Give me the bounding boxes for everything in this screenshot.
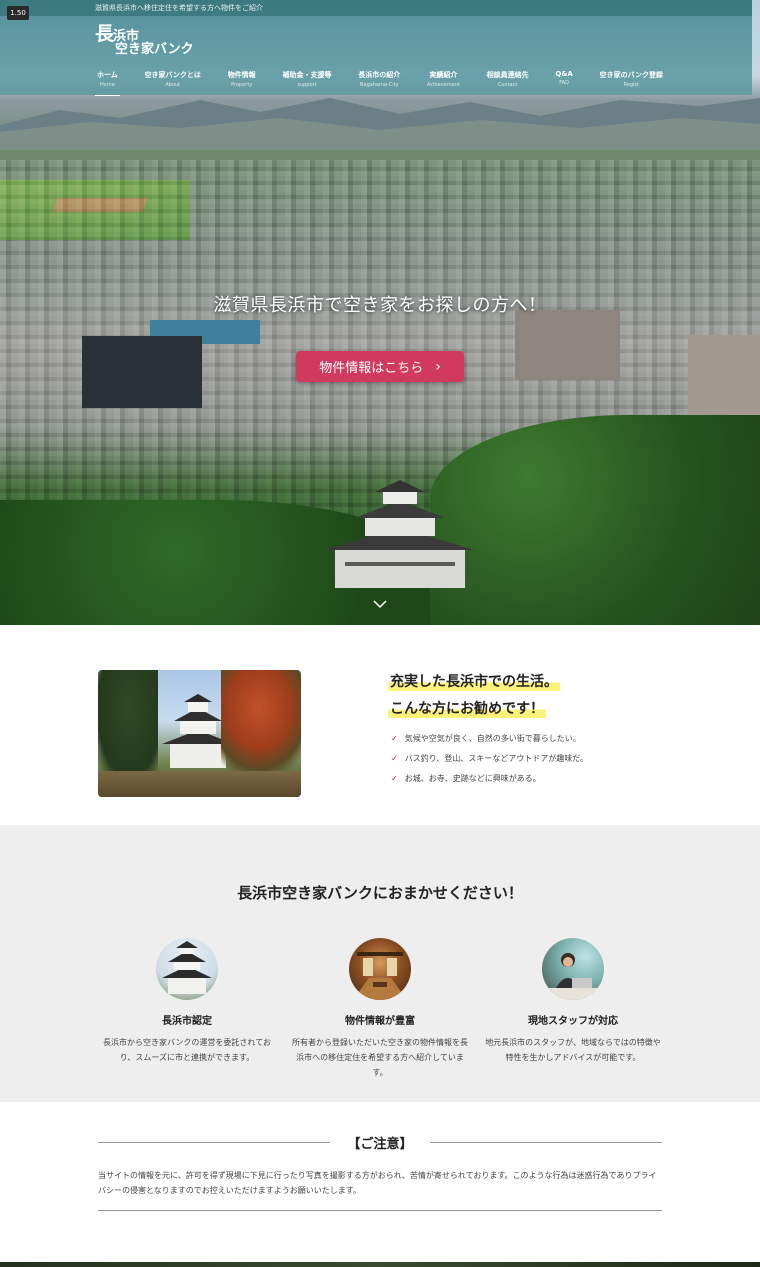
nav-item-city[interactable]: 長浜市の紹介 Nagahama-City bbox=[356, 70, 402, 96]
hero-section: 滋賀県長浜市へ移住定住を希望する方へ物件をご紹介 1.50 長浜市 空き家バンク… bbox=[0, 0, 760, 625]
notice-section: 【ご注意】 当サイトの情報を元に、許可を得ず現場に下見に行ったり写真を撮影する方… bbox=[0, 1102, 760, 1262]
nav-item-support[interactable]: 補助金・支援等 support bbox=[280, 70, 333, 96]
property-info-button[interactable]: 物件情報はこちら › bbox=[296, 351, 464, 382]
logo-line2: 空き家バンク bbox=[115, 42, 194, 57]
site-logo[interactable]: 長浜市 空き家バンク bbox=[95, 23, 194, 57]
feature-title: 物件情報が豊富 bbox=[345, 1016, 415, 1027]
building-dark bbox=[82, 336, 202, 408]
photo-ground bbox=[98, 771, 301, 797]
check-icon: ✓ bbox=[391, 753, 398, 763]
building-apartment-right bbox=[688, 335, 760, 415]
site-tagline: 滋賀県長浜市へ移住定住を希望する方へ物件をご紹介 bbox=[95, 4, 263, 12]
feature-desc: 地元長浜市のスタッフが、地域ならではの特徴や特性を生かしアドバイスが可能です。 bbox=[485, 1038, 661, 1062]
divider-bottom bbox=[98, 1210, 662, 1211]
logo-char: 長 bbox=[95, 23, 114, 45]
nav-item-achievement[interactable]: 実績紹介 Achievement bbox=[425, 70, 462, 96]
feature-desc: 所有者から登録いただいた空き家の物件情報を長浜市への移住定住を希望する方へ紹介し… bbox=[292, 1038, 468, 1077]
nav-item-property[interactable]: 物件情報 Property bbox=[226, 70, 258, 96]
building-apartment bbox=[515, 310, 620, 380]
check-icon: ✓ bbox=[391, 773, 398, 783]
service-section: 長浜市空き家バンクにおまかせください！ 長浜市認定 長浜市から空き家バンクの運営… bbox=[0, 825, 760, 1102]
nav-item-faq[interactable]: Q&A FAQ bbox=[553, 70, 574, 96]
nav-item-contact[interactable]: 相談員連絡先 Contact bbox=[485, 70, 531, 96]
recommend-list: ✓ 気候や空気が良く、自然の多い街で暮らしたい。 ✓ バス釣り、登山、スキーなど… bbox=[391, 728, 588, 788]
zoom-badge: 1.50 bbox=[7, 6, 29, 20]
photo-tree-right bbox=[221, 670, 301, 780]
divider-right bbox=[430, 1142, 662, 1143]
feature-desc: 長浜市から空き家バンクの運営を委託されており、スムーズに市と連携ができます。 bbox=[103, 1038, 271, 1062]
hero-title: 滋賀県長浜市で空き家をお探しの方へ！ bbox=[213, 295, 547, 316]
footer-strip bbox=[0, 1262, 760, 1267]
check-icon: ✓ bbox=[391, 733, 398, 743]
chevron-down-icon[interactable] bbox=[372, 598, 388, 610]
list-item: ✓ 気候や空気が良く、自然の多い街で暮らしたい。 bbox=[391, 733, 581, 743]
chevron-right-icon: › bbox=[435, 358, 441, 375]
castle-photo bbox=[98, 670, 301, 797]
notice-title: 【ご注意】 bbox=[347, 1137, 413, 1152]
nav-item-home[interactable]: ホーム Home bbox=[95, 70, 120, 96]
feature-title: 現地スタッフが対応 bbox=[528, 1016, 618, 1027]
list-item: ✓ バス釣り、登山、スキーなどアウトドアが趣味だ。 bbox=[391, 753, 589, 763]
feature-certified: 長浜市認定 長浜市から空き家バンクの運営を委託されており、スムーズに市と連携がで… bbox=[97, 938, 277, 1065]
forest-right bbox=[430, 415, 760, 625]
intro-section: 充実した長浜市での生活。 こんな方にお勧めです！ ✓ 気候や空気が良く、自然の多… bbox=[0, 625, 760, 825]
service-title: 長浜市空き家バンクにおまかせください！ bbox=[237, 884, 523, 902]
list-item: ✓ お城、お寺、史跡などに興味がある。 bbox=[391, 773, 541, 783]
intro-heading-line2: こんな方にお勧めです！ bbox=[388, 697, 546, 718]
staff-icon bbox=[542, 938, 604, 1000]
nav-item-about[interactable]: 空き家バンクとは About bbox=[143, 70, 203, 96]
feature-staff: 現地スタッフが対応 地元長浜市のスタッフが、地域ならではの特徴や特性を生かしアド… bbox=[483, 938, 663, 1065]
main-nav: ホーム Home 空き家バンクとは About 物件情報 Property 補助… bbox=[95, 70, 665, 96]
divider-left bbox=[98, 1142, 330, 1143]
property-info-button-label: 物件情報はこちら bbox=[319, 361, 424, 376]
feature-property: 物件情報が豊富 所有者から登録いただいた空き家の物件情報を長浜市への移住定住を希… bbox=[290, 938, 470, 1080]
house-interior-icon bbox=[349, 938, 411, 1000]
nav-item-regist[interactable]: 空き家のバンク登録 Regist bbox=[598, 70, 665, 96]
castle-icon bbox=[156, 938, 218, 1000]
castle-illustration bbox=[325, 480, 475, 588]
intro-heading: 充実した長浜市での生活。 こんな方にお勧めです！ bbox=[388, 670, 560, 724]
intro-heading-line1: 充実した長浜市での生活。 bbox=[388, 670, 560, 691]
feature-title: 長浜市認定 bbox=[162, 1016, 212, 1027]
notice-text: 当サイトの情報を元に、許可を得ず現場に下見に行ったり写真を撮影する方がおられ、苦… bbox=[98, 1171, 657, 1195]
tagline-bar: 滋賀県長浜市へ移住定住を希望する方へ物件をご紹介 bbox=[0, 0, 752, 16]
